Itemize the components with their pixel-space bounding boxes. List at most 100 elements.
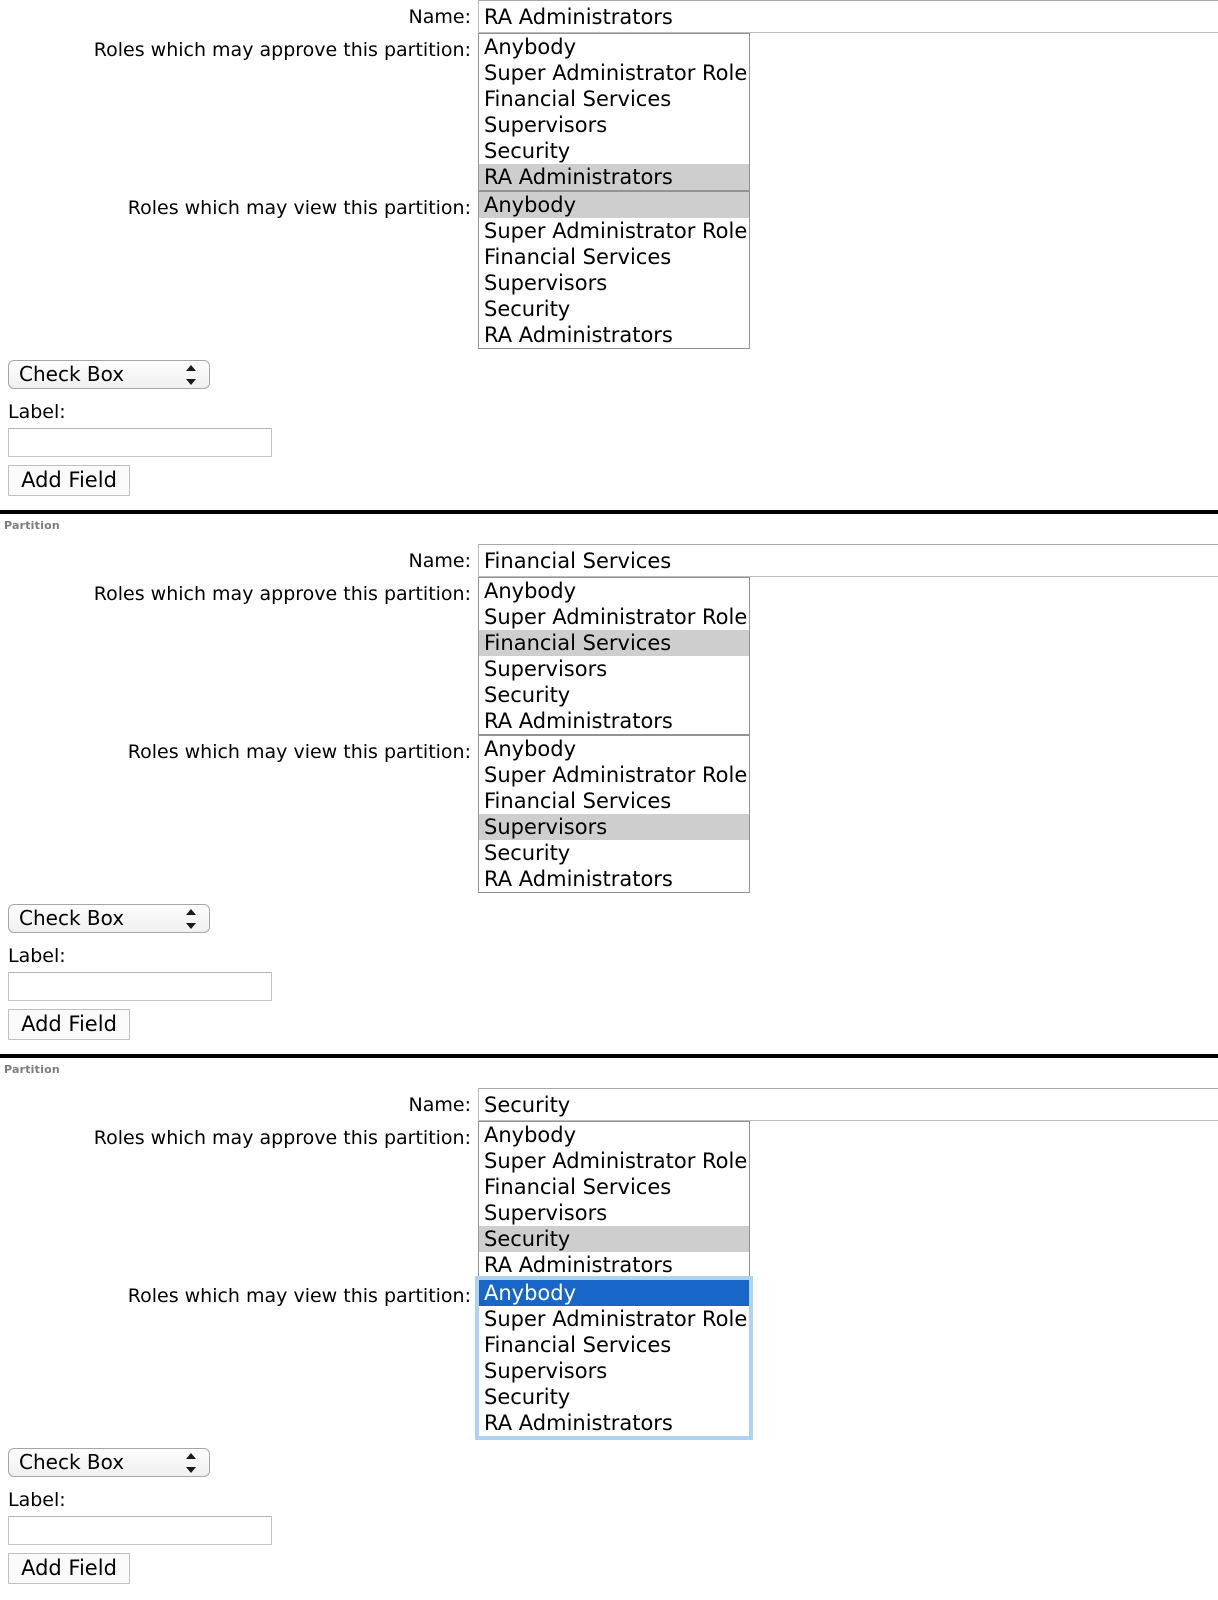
field-type-row: Check Box [0, 893, 1218, 938]
chevron-down-icon [186, 1467, 196, 1473]
stepper-arrows-icon [186, 908, 197, 930]
list-option[interactable]: Security [479, 1384, 749, 1410]
form-control-cell: Anybody Super Administrator Role Financial… [478, 577, 1218, 735]
form-row: Roles which may view this partition: Anyb… [0, 191, 1218, 349]
field-type-select-value: Check Box [19, 906, 125, 930]
list-option[interactable]: Super Administrator Role [479, 1306, 749, 1332]
list-option[interactable]: Security [479, 840, 749, 866]
list-option[interactable]: Super Administrator Role [479, 604, 749, 630]
list-option[interactable]: RA Administrators [479, 1252, 749, 1278]
form-row: Name: [0, 0, 1218, 33]
field-type-select[interactable]: Check Box [8, 904, 210, 933]
list-option[interactable]: Financial Services [479, 1174, 749, 1200]
list-option[interactable]: RA Administrators [479, 708, 749, 734]
approve-roles-label: Roles which may approve this partition: [93, 583, 471, 605]
stepper-arrows-icon [186, 364, 197, 386]
list-option[interactable]: RA Administrators [479, 1410, 749, 1436]
list-option[interactable]: RA Administrators [479, 322, 749, 348]
form-control-cell: Anybody Super Administrator Role Financial… [476, 1277, 1218, 1439]
view-roles-listbox[interactable]: Anybody Super Administrator Role Financial… [476, 1277, 752, 1439]
list-option[interactable]: RA Administrators [479, 866, 749, 892]
field-type-select[interactable]: Check Box [8, 1448, 210, 1477]
view-roles-label: Roles which may view this partition: [127, 1285, 471, 1307]
field-type-row: Check Box [0, 1437, 1218, 1482]
approve-roles-listbox[interactable]: Anybody Super Administrator Role Financial… [478, 577, 750, 735]
list-option[interactable]: Supervisors [479, 656, 749, 682]
chevron-up-icon [186, 1453, 196, 1459]
chevron-up-icon [186, 365, 196, 371]
list-option[interactable]: Super Administrator Role [479, 1148, 749, 1174]
list-option[interactable]: Security [479, 1226, 749, 1252]
partition-name-input[interactable] [478, 544, 1218, 577]
add-field-button[interactable]: Add Field [8, 1553, 130, 1584]
form-control-cell: Anybody Super Administrator Role Financial… [478, 735, 1218, 893]
partition-legend: Partition [4, 519, 60, 532]
form-control-cell [478, 1088, 1218, 1121]
form-control-cell [478, 544, 1218, 577]
field-label-caption: Label: [8, 401, 66, 423]
list-option[interactable]: Supervisors [479, 814, 749, 840]
field-type-select-value: Check Box [19, 1450, 125, 1474]
list-option[interactable]: Financial Services [479, 244, 749, 270]
list-option[interactable]: Anybody [479, 1122, 749, 1148]
add-field-button[interactable]: Add Field [8, 465, 130, 496]
form-control-cell: Anybody Super Administrator Role Financial… [478, 191, 1218, 349]
list-option[interactable]: Anybody [479, 192, 749, 218]
field-label-input[interactable] [8, 428, 272, 457]
approve-roles-label: Roles which may approve this partition: [93, 39, 471, 61]
field-label-caption: Label: [8, 945, 66, 967]
field-label-input[interactable] [8, 1516, 272, 1545]
field-type-row: Check Box [0, 349, 1218, 394]
form-row: Roles which may approve this partition: A… [0, 33, 1218, 191]
form-control-cell [478, 0, 1218, 33]
form-control-cell: Anybody Super Administrator Role Financial… [478, 33, 1218, 191]
list-option[interactable]: Anybody [479, 1280, 749, 1306]
list-option[interactable]: Financial Services [479, 630, 749, 656]
list-option[interactable]: Anybody [479, 578, 749, 604]
list-option[interactable]: Super Administrator Role [479, 218, 749, 244]
list-option[interactable]: Security [479, 296, 749, 322]
field-label-input-wrap [0, 967, 1218, 1001]
list-option[interactable]: RA Administrators [479, 164, 749, 190]
view-roles-label: Roles which may view this partition: [127, 741, 471, 763]
field-label-input[interactable] [8, 972, 272, 1001]
partitions-list: Name: Roles which may approve this partit… [0, 0, 1218, 1598]
list-option[interactable]: Security [479, 682, 749, 708]
view-roles-listbox[interactable]: Anybody Super Administrator Role Financial… [478, 191, 750, 349]
approve-roles-listbox[interactable]: Anybody Super Administrator Role Financial… [478, 1121, 750, 1279]
partition-name-label: Name: [408, 1094, 471, 1116]
list-option[interactable]: Supervisors [479, 270, 749, 296]
list-option[interactable]: Anybody [479, 34, 749, 60]
list-option[interactable]: Financial Services [479, 788, 749, 814]
partition-group: Partition Name: Roles which may approve th… [0, 1056, 1218, 1598]
add-field-row: Add Field [0, 1001, 1218, 1048]
list-option[interactable]: Supervisors [479, 112, 749, 138]
field-label-caption: Label: [8, 1489, 66, 1511]
partition-name-input[interactable] [478, 1088, 1218, 1121]
view-roles-listbox[interactable]: Anybody Super Administrator Role Financial… [478, 735, 750, 893]
list-option[interactable]: Financial Services [479, 1332, 749, 1358]
partition-group: Name: Roles which may approve this partit… [0, 0, 1218, 512]
approve-roles-label: Roles which may approve this partition: [93, 1127, 471, 1149]
add-field-button[interactable]: Add Field [8, 1009, 130, 1040]
list-option[interactable]: Supervisors [479, 1200, 749, 1226]
form-row: Name: [0, 544, 1218, 577]
partition-name-input[interactable] [478, 0, 1218, 33]
chevron-up-icon [186, 909, 196, 915]
list-option[interactable]: Super Administrator Role [479, 762, 749, 788]
list-option[interactable]: Security [479, 138, 749, 164]
list-option[interactable]: Super Administrator Role [479, 60, 749, 86]
approve-roles-listbox[interactable]: Anybody Super Administrator Role Financial… [478, 33, 750, 191]
add-field-row: Add Field [0, 457, 1218, 504]
form-row: Roles which may view this partition: Anyb… [0, 1277, 1218, 1439]
list-option[interactable]: Supervisors [479, 1358, 749, 1384]
list-option[interactable]: Financial Services [479, 86, 749, 112]
field-label-input-wrap [0, 423, 1218, 457]
field-type-select[interactable]: Check Box [8, 360, 210, 389]
partition-group: Partition Name: Roles which may approve th… [0, 512, 1218, 1056]
form-row: Roles which may approve this partition: A… [0, 577, 1218, 735]
list-option[interactable]: Anybody [479, 736, 749, 762]
field-label-input-wrap [0, 1511, 1218, 1545]
add-field-row: Add Field [0, 1545, 1218, 1592]
